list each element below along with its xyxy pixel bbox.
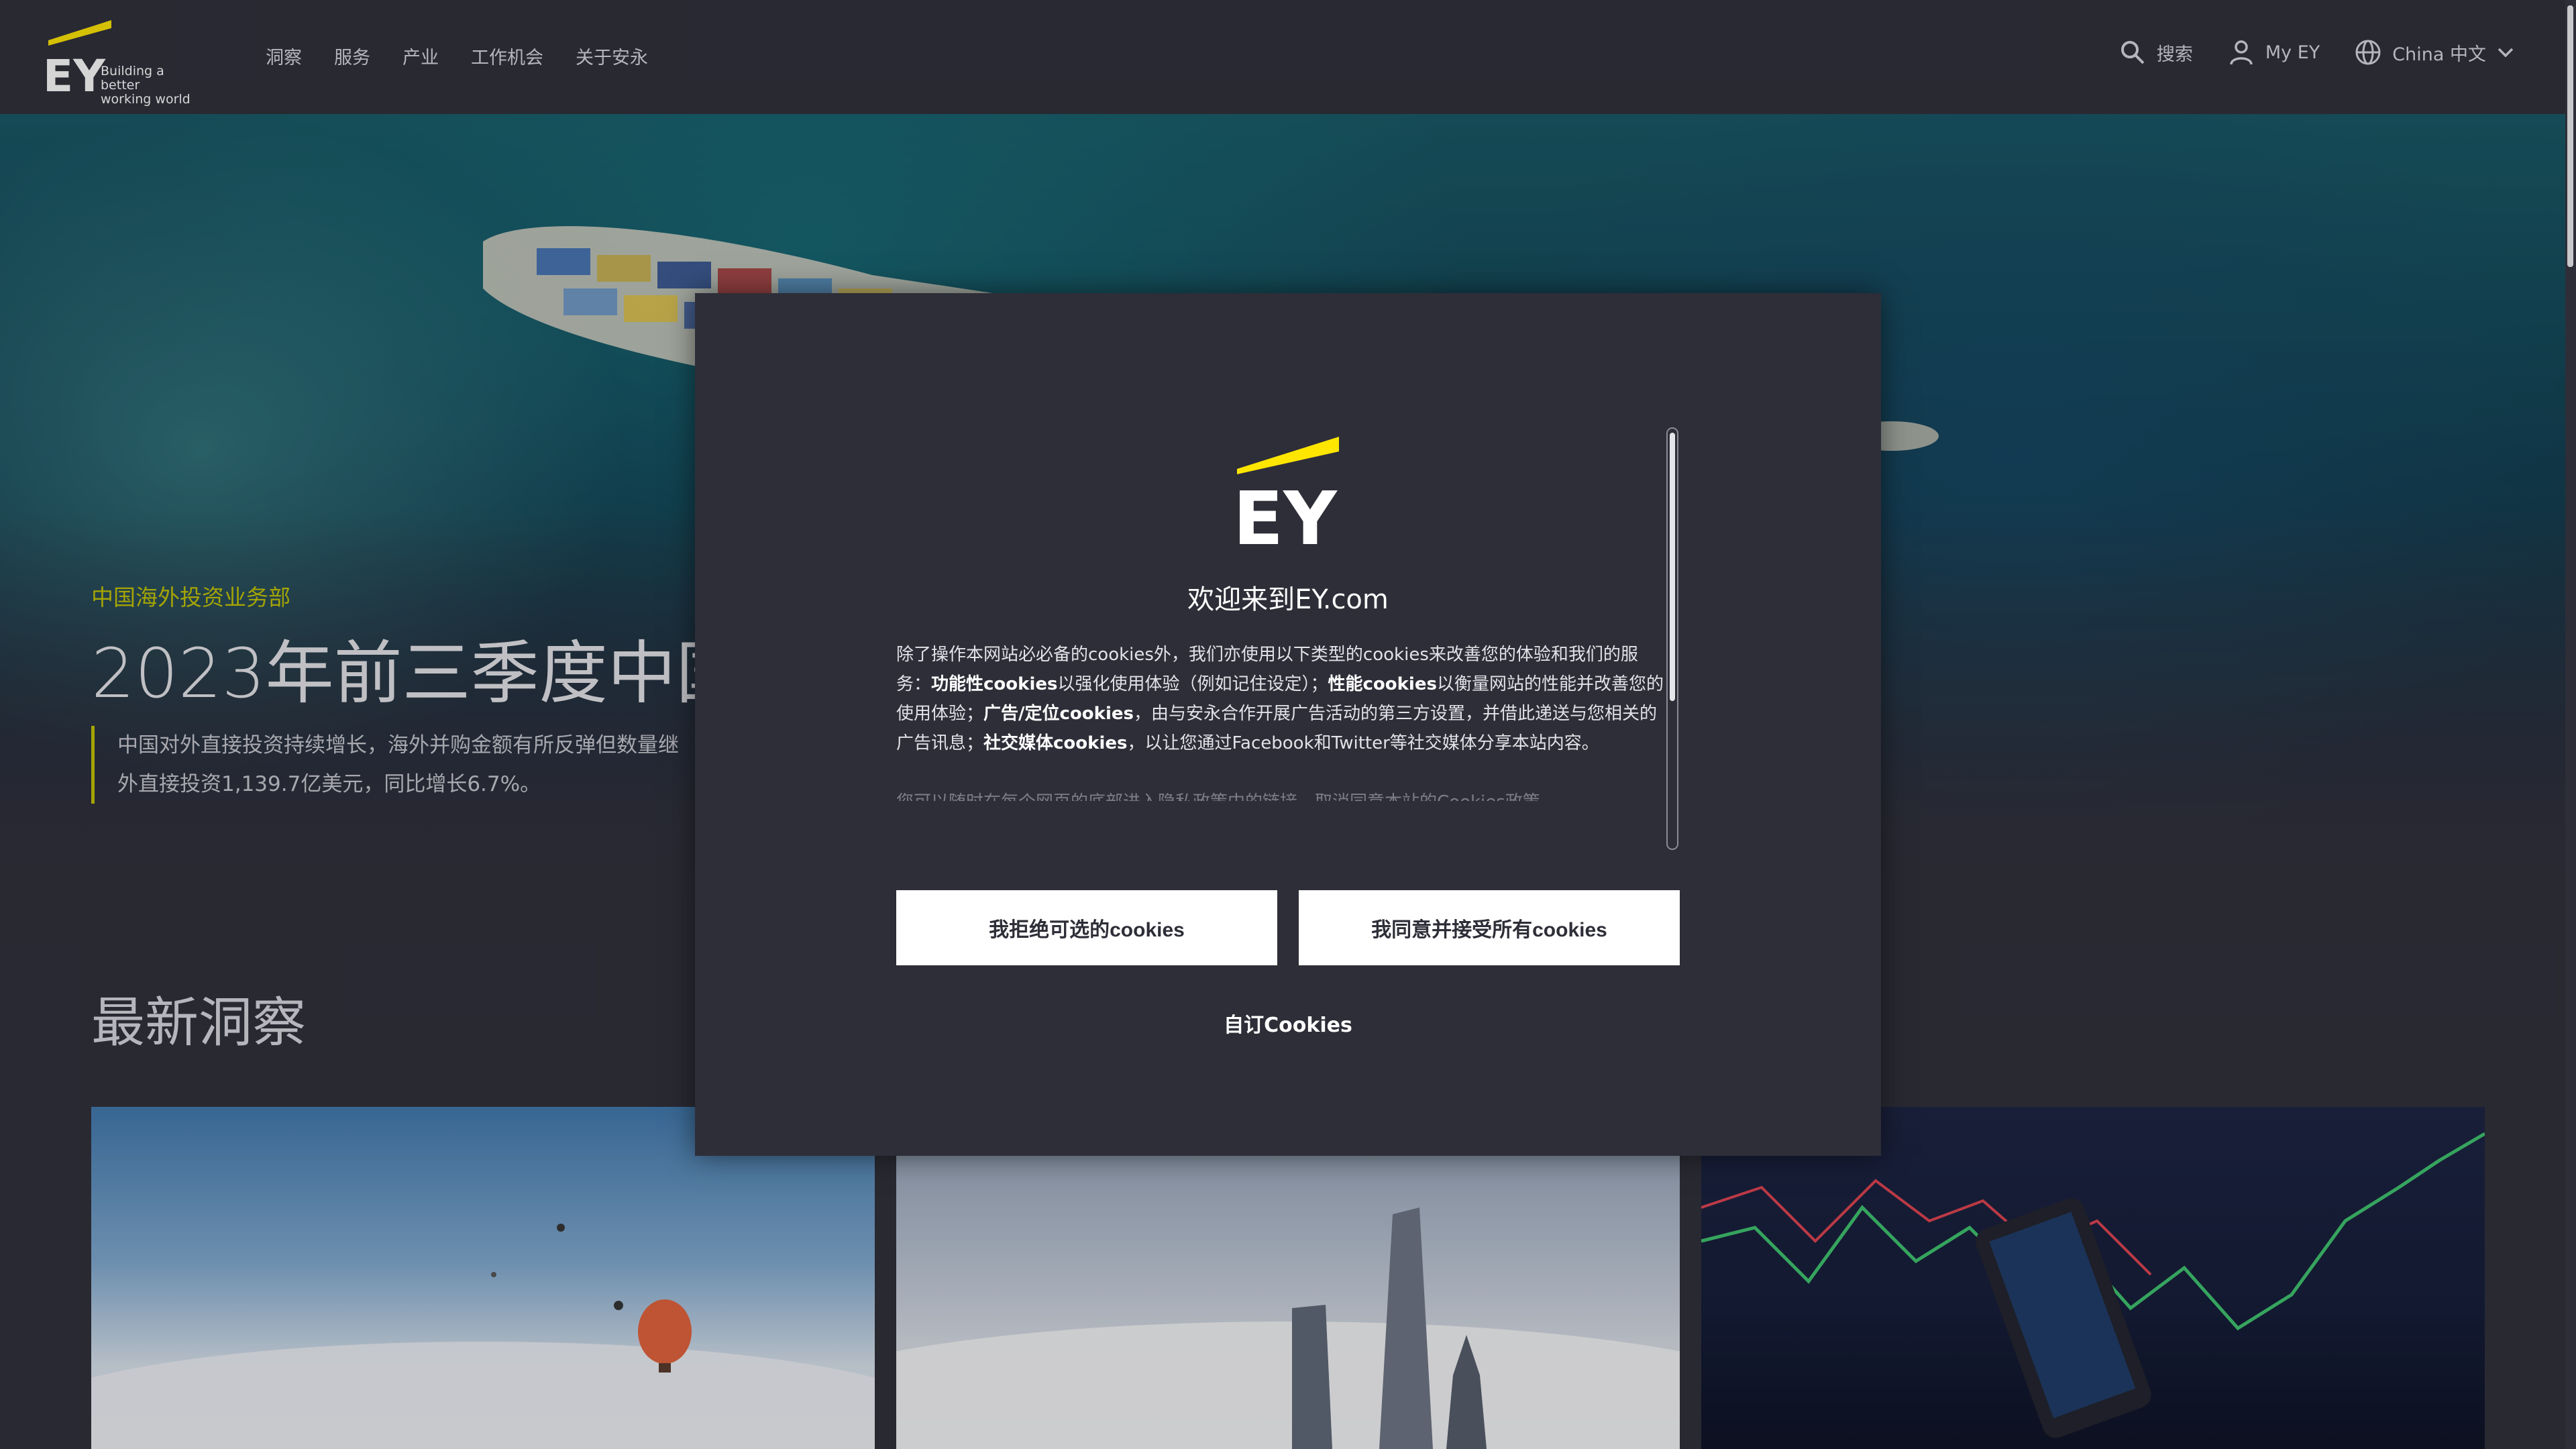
page-scrollbar-thumb[interactable] — [2567, 5, 2573, 267]
modal-title: 欢迎来到EY.com — [1187, 584, 1389, 615]
reject-cookies-button[interactable]: 我拒绝可选的cookies — [896, 890, 1277, 965]
modal-ey-logo: EY — [1233, 431, 1364, 566]
modal-scrollbar-thumb[interactable] — [1670, 433, 1675, 701]
cookie-consent-dialog: EY 欢迎来到EY.com 除了操作本网站必必备的cookies外，我们亦使用以… — [695, 293, 1881, 1156]
modal-scrollbar[interactable] — [1666, 427, 1678, 850]
accept-cookies-button[interactable]: 我同意并接受所有cookies — [1299, 890, 1680, 965]
customize-cookies-link[interactable]: 自订Cookies — [695, 1008, 1881, 1038]
cookie-paragraph-1: 除了操作本网站必必备的cookies外，我们亦使用以下类型的cookies来改善… — [896, 645, 1664, 753]
cookie-description: 除了操作本网站必必备的cookies外，我们亦使用以下类型的cookies来改善… — [896, 640, 1668, 801]
modal-logo-text: EY — [1237, 476, 1338, 561]
ey-logo-mark: EY — [1233, 437, 1339, 561]
cookie-paragraph-2: 您可以随时在每个网页的底部进入隐私政策中的链接，取消同意本站的Cookies政策… — [896, 788, 1668, 801]
page-scrollbar[interactable] — [2565, 0, 2576, 1449]
